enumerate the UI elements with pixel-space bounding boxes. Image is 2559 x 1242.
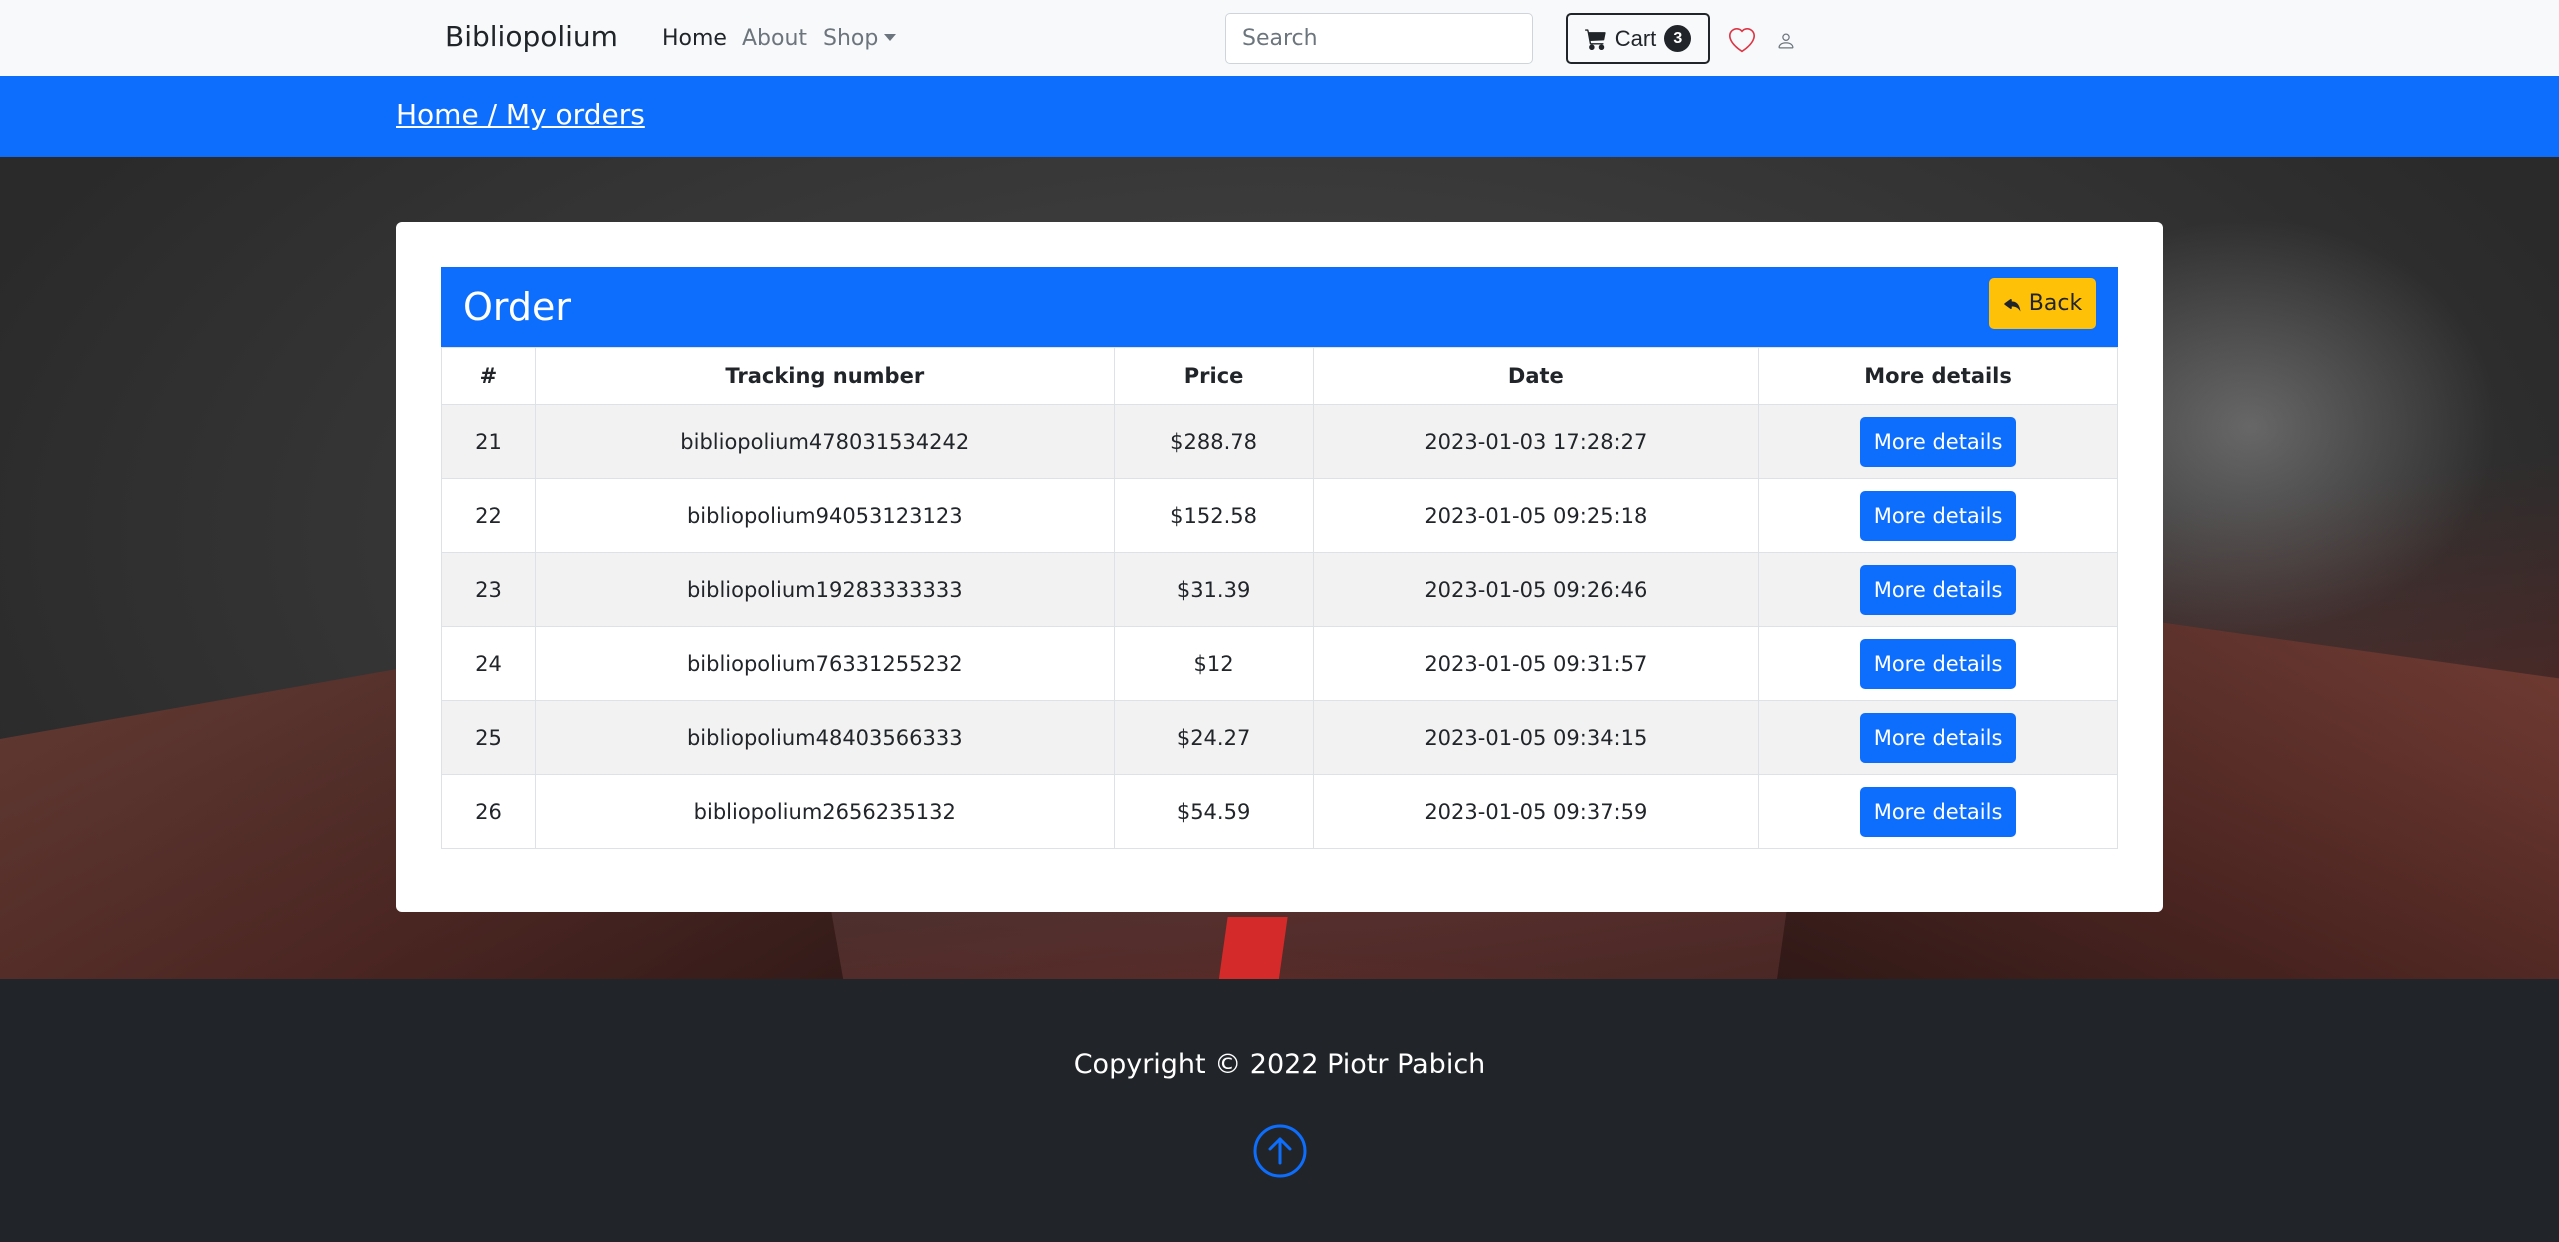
book-ribbon — [1216, 917, 1288, 979]
order-date: 2023-01-05 09:25:18 — [1312, 478, 1760, 553]
order-id: 24 — [441, 626, 536, 701]
tracking-number: bibliopolium19283333333 — [534, 552, 1115, 627]
col-id-header: # — [441, 347, 536, 405]
table-row: 22 bibliopolium94053123123 $152.58 2023-… — [441, 478, 2118, 553]
order-price: $54.59 — [1113, 774, 1314, 849]
nav-about[interactable]: About — [742, 26, 807, 51]
details-cell: More details — [1758, 626, 2118, 701]
order-date: 2023-01-05 09:37:59 — [1312, 774, 1760, 849]
order-id: 23 — [441, 552, 536, 627]
cart-icon — [1584, 28, 1606, 50]
order-date: 2023-01-03 17:28:27 — [1312, 404, 1760, 479]
col-tracking-header: Tracking number — [534, 347, 1115, 405]
table-row: 24 bibliopolium76331255232 $12 2023-01-0… — [441, 626, 2118, 701]
nav-home[interactable]: Home — [662, 26, 727, 51]
order-date: 2023-01-05 09:26:46 — [1312, 552, 1760, 627]
col-date-header: Date — [1312, 347, 1760, 405]
tracking-number: bibliopolium94053123123 — [534, 478, 1115, 553]
breadcrumb-bar: Home / My orders — [0, 76, 2559, 157]
tracking-number: bibliopolium478031534242 — [534, 404, 1115, 479]
order-id: 26 — [441, 774, 536, 849]
tracking-number: bibliopolium2656235132 — [534, 774, 1115, 849]
heart-icon[interactable] — [1729, 28, 1755, 54]
more-details-button[interactable]: More details — [1860, 712, 2017, 763]
navbar: Bibliopolium Home About Shop Cart 3 — [0, 0, 2559, 76]
col-details-header: More details — [1758, 347, 2118, 405]
card-header: Order Back — [441, 267, 2118, 347]
table-row: 21 bibliopolium478031534242 $288.78 2023… — [441, 404, 2118, 479]
table-row: 23 bibliopolium19283333333 $31.39 2023-0… — [441, 552, 2118, 627]
cart-label: Cart — [1614, 25, 1657, 51]
table-header-row: # Tracking number Price Date More detail… — [441, 347, 2118, 405]
tracking-number: bibliopolium48403566333 — [534, 700, 1115, 775]
cart-count-badge: 3 — [1664, 25, 1692, 52]
order-id: 25 — [441, 700, 536, 775]
back-label: Back — [2028, 291, 2083, 316]
details-cell: More details — [1758, 552, 2118, 627]
col-price-header: Price — [1113, 347, 1314, 405]
order-price: $12 — [1113, 626, 1314, 701]
page-title: Order — [463, 285, 571, 329]
order-id: 22 — [441, 478, 536, 553]
back-arrow-icon — [2004, 298, 2021, 311]
tracking-number: bibliopolium76331255232 — [534, 626, 1115, 701]
order-id: 21 — [441, 404, 536, 479]
order-date: 2023-01-05 09:31:57 — [1312, 626, 1760, 701]
more-details-button[interactable]: More details — [1860, 786, 2017, 837]
more-details-button[interactable]: More details — [1860, 638, 2017, 689]
order-price: $152.58 — [1113, 478, 1314, 553]
details-cell: More details — [1758, 404, 2118, 479]
table-row: 25 bibliopolium48403566333 $24.27 2023-0… — [441, 700, 2118, 775]
more-details-button[interactable]: More details — [1860, 490, 2017, 541]
back-button[interactable]: Back — [1989, 278, 2096, 329]
order-price: $24.27 — [1113, 700, 1314, 775]
orders-table: # Tracking number Price Date More detail… — [441, 347, 2118, 849]
order-price: $288.78 — [1113, 404, 1314, 479]
nav-shop-dropdown[interactable]: Shop — [823, 26, 897, 51]
breadcrumb[interactable]: Home / My orders — [396, 98, 645, 131]
cart-button[interactable]: Cart 3 — [1566, 13, 1710, 64]
more-details-button[interactable]: More details — [1860, 564, 2017, 615]
search-input[interactable] — [1225, 13, 1533, 64]
arrow-up-circle-icon[interactable] — [1252, 1123, 1308, 1179]
nav-shop-label: Shop — [823, 26, 879, 51]
more-details-button[interactable]: More details — [1860, 416, 2017, 467]
brand-link[interactable]: Bibliopolium — [445, 20, 618, 53]
details-cell: More details — [1758, 700, 2118, 775]
orders-card: Order Back # Tracking number Price Date … — [396, 222, 2163, 912]
details-cell: More details — [1758, 774, 2118, 849]
order-price: $31.39 — [1113, 552, 1314, 627]
details-cell: More details — [1758, 478, 2118, 553]
copyright-text: Copyright © 2022 Piotr Pabich — [1073, 1049, 1486, 1080]
order-date: 2023-01-05 09:34:15 — [1312, 700, 1760, 775]
footer: Copyright © 2022 Piotr Pabich — [0, 979, 2559, 1242]
caret-down-icon — [884, 34, 897, 41]
table-row: 26 bibliopolium2656235132 $54.59 2023-01… — [441, 774, 2118, 849]
user-icon[interactable] — [1776, 31, 1796, 51]
